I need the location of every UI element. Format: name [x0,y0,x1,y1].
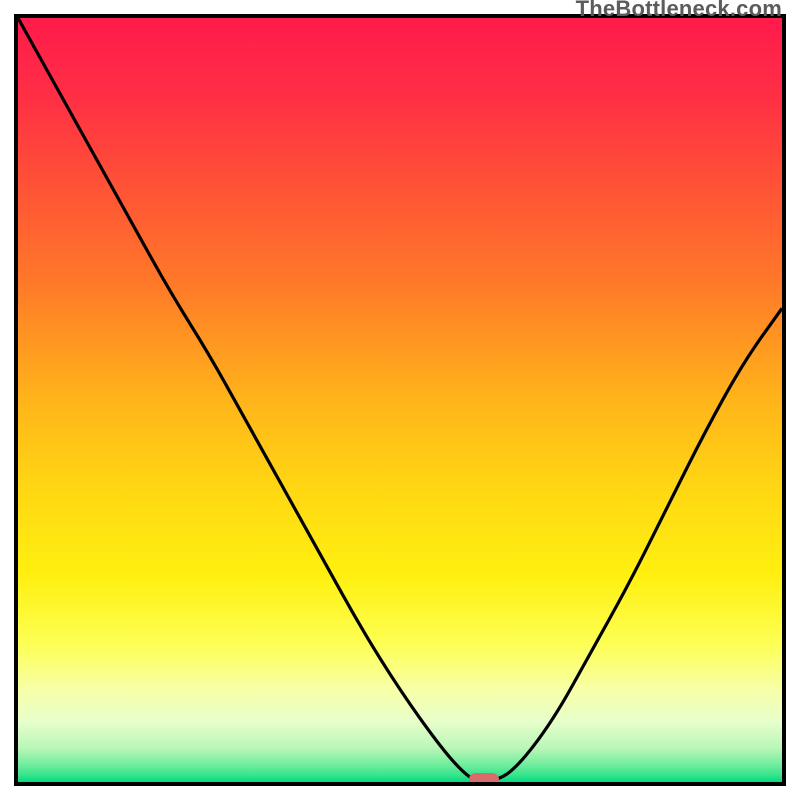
chart-container: TheBottleneck.com [0,0,800,800]
watermark-text: TheBottleneck.com [576,0,782,22]
bottleneck-curve [18,18,782,782]
optimal-point-marker [469,773,499,786]
plot-area [14,14,786,786]
